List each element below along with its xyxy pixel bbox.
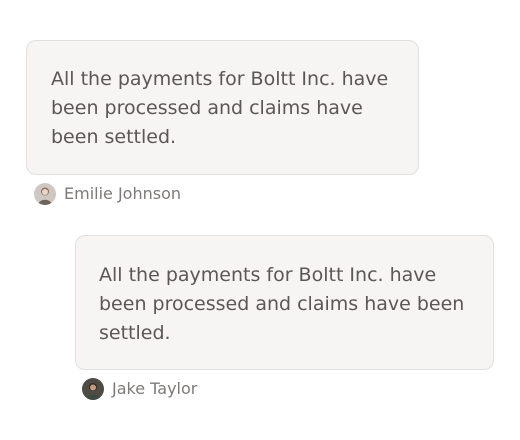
avatar: [34, 183, 56, 205]
author-name: Jake Taylor: [112, 379, 198, 398]
avatar: [82, 378, 104, 400]
message-bubble: All the payments for Boltt Inc. have bee…: [75, 235, 494, 370]
avatar-image: [82, 378, 104, 400]
message-item: All the payments for Boltt Inc. have bee…: [75, 235, 494, 400]
message-text: All the payments for Boltt Inc. have bee…: [99, 264, 465, 344]
author-name: Emilie Johnson: [64, 184, 182, 203]
chat-thread: All the payments for Boltt Inc. have bee…: [0, 0, 520, 440]
message-bubble: All the payments for Boltt Inc. have bee…: [26, 40, 419, 175]
message-text: All the payments for Boltt Inc. have bee…: [51, 68, 389, 148]
message-author: Emilie Johnson: [34, 183, 419, 205]
avatar-image: [34, 183, 56, 205]
message-item: All the payments for Boltt Inc. have bee…: [26, 40, 419, 205]
message-author: Jake Taylor: [82, 378, 494, 400]
